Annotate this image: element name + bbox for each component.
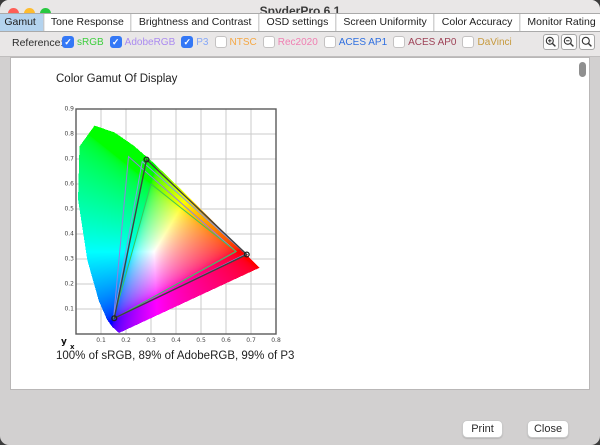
gamut-chart[interactable]	[53, 101, 283, 357]
checkbox-adobergb[interactable]	[110, 36, 122, 48]
tab-bar: Gamut Tone Response Brightness and Contr…	[0, 13, 600, 32]
reference-option-ntsc[interactable]: NTSC	[215, 36, 257, 48]
tab-tone-response[interactable]: Tone Response	[43, 14, 131, 31]
zoom-in-icon	[545, 36, 557, 48]
checkbox-aces-ap1[interactable]	[324, 36, 336, 48]
content-panel: Color Gamut Of Display 100% of sRGB, 89%…	[10, 57, 590, 390]
checkbox-aces-ap0-label: ACES AP0	[408, 37, 456, 48]
checkbox-srgb[interactable]	[62, 36, 74, 48]
vertical-scrollbar[interactable]	[577, 59, 588, 388]
tab-screen-uniformity[interactable]: Screen Uniformity	[335, 14, 433, 31]
chart-title: Color Gamut Of Display	[56, 73, 177, 85]
reference-option-aces-ap1[interactable]: ACES AP1	[324, 36, 387, 48]
checkbox-davinci[interactable]	[462, 36, 474, 48]
checkbox-rec2020[interactable]	[263, 36, 275, 48]
checkbox-p3-label: P3	[196, 37, 208, 48]
close-button[interactable]: Close	[527, 420, 569, 438]
zoom-reset-button[interactable]	[579, 34, 595, 50]
checkbox-srgb-label: sRGB	[77, 37, 104, 48]
reference-option-rec2020[interactable]: Rec2020	[263, 36, 318, 48]
checkbox-rec2020-label: Rec2020	[278, 37, 318, 48]
checkbox-aces-ap1-label: ACES AP1	[339, 37, 387, 48]
checkbox-davinci-label: DaVinci	[477, 37, 511, 48]
scrollbar-thumb[interactable]	[579, 62, 586, 77]
reference-option-davinci[interactable]: DaVinci	[462, 36, 511, 48]
app-window: SpyderPro 6.1 Gamut Tone Response Bright…	[0, 0, 600, 445]
reference-option-aces-ap0[interactable]: ACES AP0	[393, 36, 456, 48]
tab-gamut[interactable]: Gamut	[0, 14, 43, 31]
print-button[interactable]: Print	[462, 420, 503, 438]
reference-option-srgb[interactable]: sRGB	[62, 36, 104, 48]
zoom-in-button[interactable]	[543, 34, 559, 50]
tab-brightness-and-contrast[interactable]: Brightness and Contrast	[131, 14, 259, 31]
magnifier-icon	[581, 36, 593, 48]
checkbox-ntsc-label: NTSC	[230, 37, 257, 48]
zoom-out-button[interactable]	[561, 34, 577, 50]
tab-color-accuracy[interactable]: Color Accuracy	[434, 14, 520, 31]
checkbox-adobergb-label: AdobeRGB	[125, 37, 176, 48]
checkbox-aces-ap0[interactable]	[393, 36, 405, 48]
reference-options: sRGB AdobeRGB P3 NTSC Rec2020 ACES AP1	[62, 34, 512, 50]
reference-option-p3[interactable]: P3	[181, 36, 208, 48]
reference-label: Reference:	[12, 37, 63, 49]
zoom-out-icon	[563, 36, 575, 48]
tab-osd-settings[interactable]: OSD settings	[258, 14, 335, 31]
tab-monitor-rating[interactable]: Monitor Rating	[519, 14, 600, 31]
titlebar: SpyderPro 6.1 Gamut Tone Response Bright…	[0, 0, 600, 57]
checkbox-ntsc[interactable]	[215, 36, 227, 48]
zoom-toolbar	[543, 34, 595, 50]
reference-option-adobergb[interactable]: AdobeRGB	[110, 36, 176, 48]
gamut-coverage-caption: 100% of sRGB, 89% of AdobeRGB, 99% of P3	[56, 350, 294, 362]
checkbox-p3[interactable]	[181, 36, 193, 48]
